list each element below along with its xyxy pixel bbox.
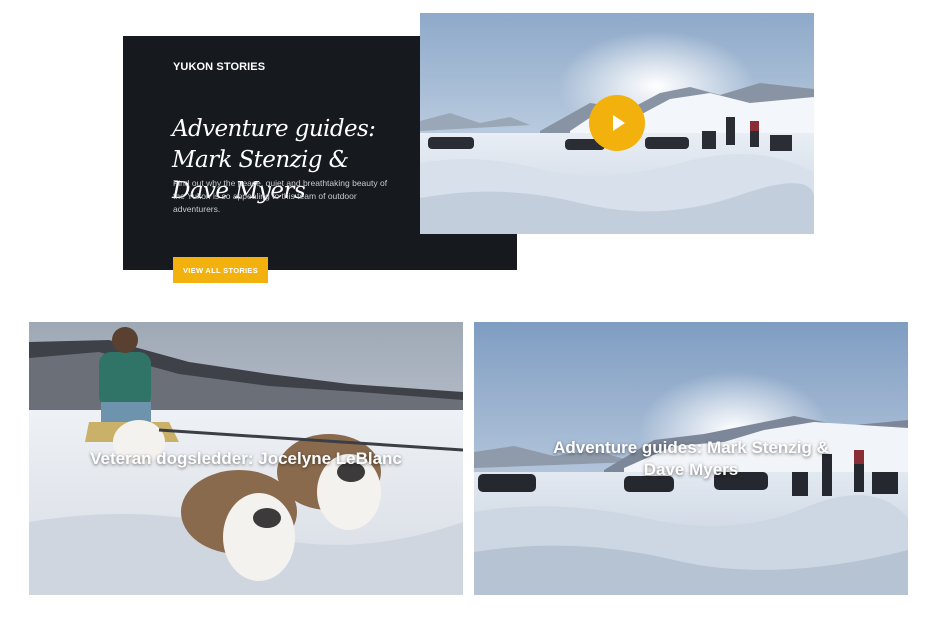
story-title: Adventure guides: Mark Stenzig & Dave My… xyxy=(553,438,829,479)
feature-description: Find out why the peace, quiet and breath… xyxy=(173,178,388,214)
story-title: Veteran dogsledder: Jocelyne LeBlanc xyxy=(90,449,402,468)
story-card-dogsledder[interactable]: Veteran dogsledder: Jocelyne LeBlanc xyxy=(29,322,463,595)
section-eyebrow: YUKON STORIES xyxy=(173,61,266,73)
play-video-button[interactable] xyxy=(589,95,645,151)
story-card-adventure-guides[interactable]: Adventure guides: Mark Stenzig & Dave My… xyxy=(474,322,908,595)
play-icon xyxy=(612,115,625,131)
view-all-stories-button[interactable]: VIEW ALL STORIES xyxy=(173,257,268,283)
